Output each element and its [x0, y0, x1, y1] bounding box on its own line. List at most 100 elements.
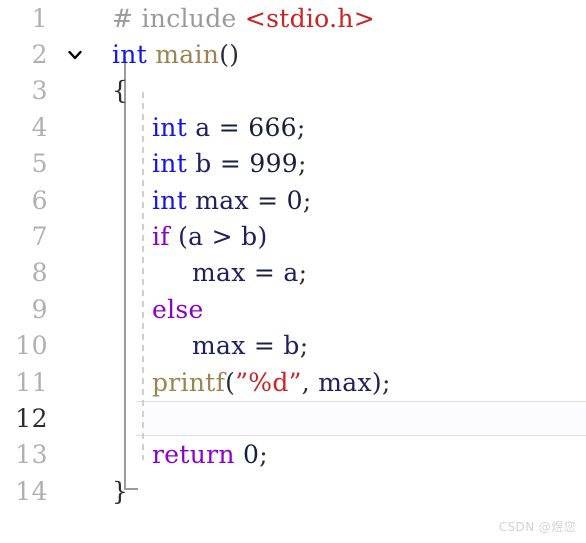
fold-column [58, 36, 112, 72]
code-line-text[interactable]: # include <stdio.h> [112, 6, 586, 31]
token-ident: a [195, 112, 211, 142]
code-line-text[interactable]: } [112, 479, 586, 504]
token-header: <stdio.h> [244, 3, 375, 33]
code-line[interactable]: 4 int a = 666; [0, 109, 586, 145]
code-line[interactable]: 13 return 0; [0, 437, 586, 473]
line-number[interactable]: 9 [0, 297, 58, 322]
code-line-text[interactable]: int a = 666; [112, 115, 586, 140]
token-punc [249, 186, 257, 215]
token-ident: a [188, 222, 204, 252]
token-ctrl: if [152, 222, 170, 252]
code-line[interactable]: 10 max = b; [0, 328, 586, 364]
code-line-text[interactable]: return 0; [112, 442, 586, 467]
line-number[interactable]: 1 [0, 6, 58, 31]
token-punc: } [112, 476, 129, 506]
code-line-text[interactable]: else [112, 297, 586, 322]
token-punc: ; [297, 149, 307, 179]
line-number[interactable]: 5 [0, 151, 58, 176]
token-fn: printf [152, 367, 226, 397]
fold-column [58, 364, 112, 400]
token-ident: > [211, 222, 233, 252]
fold-column [58, 328, 112, 364]
fold-column [58, 73, 112, 109]
fold-column [58, 400, 112, 436]
token-ident: ( [178, 222, 189, 252]
token-num: 0 [243, 440, 260, 470]
code-line-text[interactable]: if (a > b) [112, 224, 586, 249]
code-line[interactable]: 5 int b = 999; [0, 146, 586, 182]
line-number[interactable]: 7 [0, 224, 58, 249]
token-ident: ) [371, 367, 382, 397]
code-line[interactable]: 14} [0, 473, 586, 509]
token-ident: max [192, 258, 246, 288]
token-fn: main [155, 40, 220, 70]
code-line[interactable]: 1 # include <stdio.h> [0, 0, 586, 36]
code-line-list: 1 # include <stdio.h> 2 int main() 3{4 int a … [0, 0, 586, 509]
token-ident: a [283, 258, 299, 288]
token-kw: int [112, 40, 148, 70]
token-punc [203, 222, 211, 251]
token-str: ”%d” [235, 367, 302, 397]
token-punc: ( [225, 367, 236, 397]
token-punc: ; [296, 112, 306, 142]
line-number[interactable]: 14 [0, 479, 58, 504]
fold-column [58, 291, 112, 327]
token-pre: # include [112, 3, 245, 33]
line-number[interactable]: 13 [0, 442, 58, 467]
token-punc [246, 258, 254, 287]
line-number[interactable]: 4 [0, 115, 58, 140]
token-punc [246, 331, 254, 360]
code-line-text[interactable]: { [112, 78, 586, 103]
code-line[interactable]: 3{ [0, 73, 586, 109]
code-line-text[interactable]: max = b; [112, 333, 586, 358]
token-kw: int [152, 112, 188, 142]
code-line[interactable]: 12 [0, 400, 586, 436]
chevron-down-icon[interactable] [66, 46, 84, 64]
code-line-text[interactable]: printf(”%d”, max); [112, 370, 586, 395]
token-ident: b [195, 149, 212, 179]
line-number[interactable]: 3 [0, 78, 58, 103]
token-punc: ; [302, 185, 312, 215]
token-punc: ; [259, 440, 268, 470]
line-number[interactable]: 10 [0, 333, 58, 358]
fold-column [58, 473, 112, 509]
token-op: = [218, 112, 241, 142]
token-punc [170, 222, 178, 251]
line-number[interactable]: 12 [0, 406, 58, 431]
token-kw: int [152, 149, 188, 179]
fold-column [58, 218, 112, 254]
code-line[interactable]: 8 max = a; [0, 255, 586, 291]
code-line[interactable]: 2 int main() [0, 36, 586, 72]
token-ident: ) [257, 222, 268, 252]
code-line[interactable]: 11 printf(”%d”, max); [0, 364, 586, 400]
code-line[interactable]: 9 else [0, 291, 586, 327]
line-number[interactable]: 8 [0, 260, 58, 285]
code-line[interactable]: 6 int max = 0; [0, 182, 586, 218]
token-punc: ; [298, 258, 308, 288]
token-num: 999 [249, 149, 298, 179]
code-line-text[interactable]: max = a; [112, 260, 586, 285]
fold-column [58, 109, 112, 145]
fold-column [58, 0, 112, 36]
line-number[interactable]: 6 [0, 188, 58, 213]
token-ident: max [318, 367, 372, 397]
code-editor[interactable]: 1 # include <stdio.h> 2 int main() 3{4 int a … [0, 0, 586, 543]
token-punc [310, 368, 318, 397]
token-punc [233, 222, 241, 251]
token-punc: ; [381, 367, 391, 397]
code-line-text[interactable]: int b = 999; [112, 151, 586, 176]
token-punc: () [219, 40, 240, 70]
fold-column [58, 255, 112, 291]
token-kw: int [152, 185, 188, 215]
line-number[interactable]: 11 [0, 370, 58, 395]
code-line[interactable]: 7 if (a > b) [0, 218, 586, 254]
code-line-text[interactable]: int max = 0; [112, 188, 586, 213]
active-line-highlight [136, 401, 586, 436]
token-op: = [253, 258, 276, 288]
line-number[interactable]: 2 [0, 42, 58, 67]
token-punc [211, 113, 219, 142]
token-ident: max [195, 185, 249, 215]
code-line-text[interactable]: int main() [112, 42, 586, 67]
token-punc [278, 186, 286, 215]
token-num: 0 [286, 185, 303, 215]
